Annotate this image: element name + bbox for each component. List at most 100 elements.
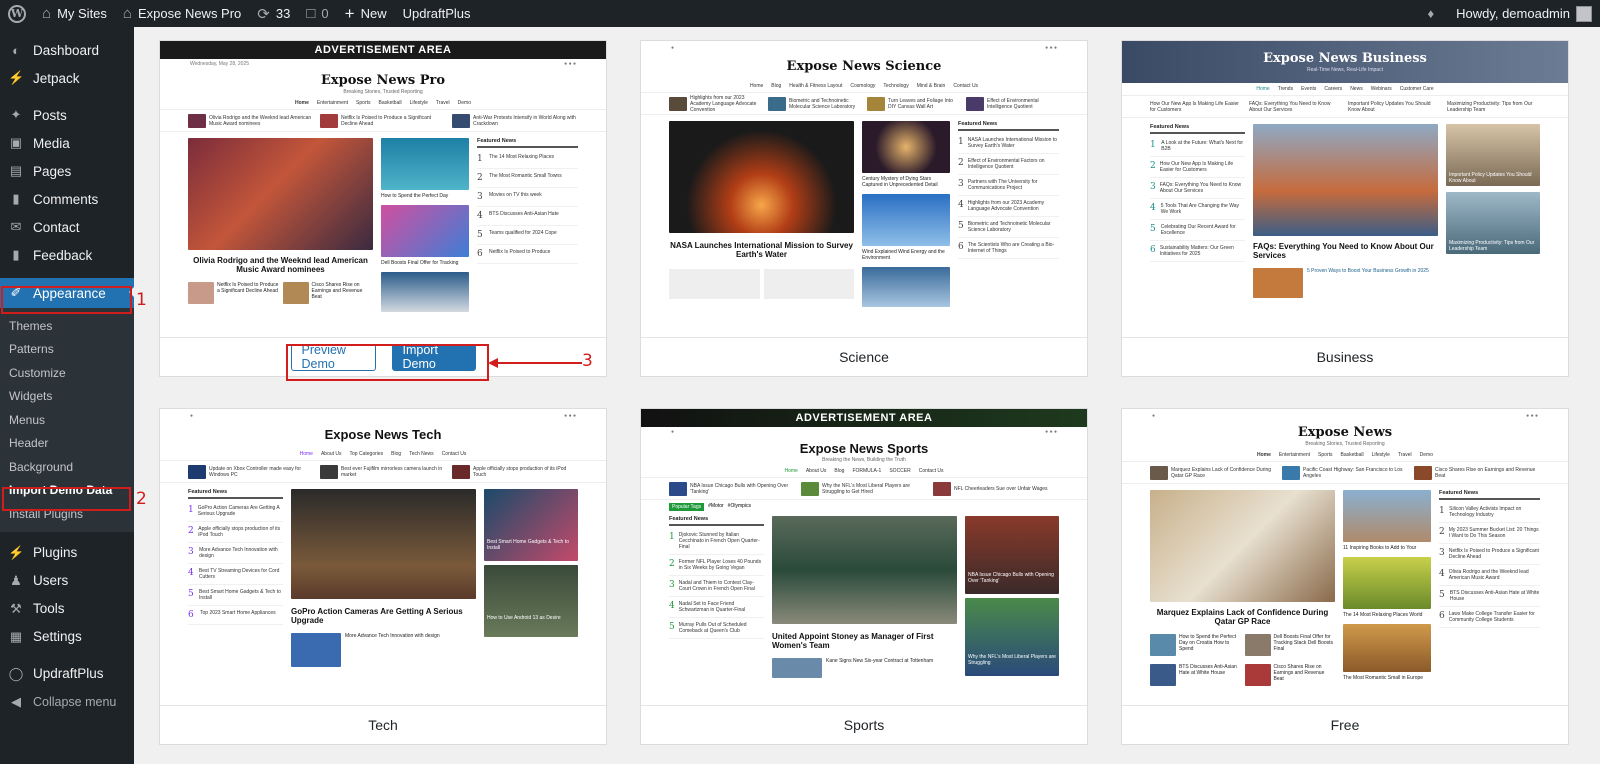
nav-item: Basketball (378, 100, 402, 106)
plugins-icon: ⚡ (8, 544, 25, 560)
my-sites-label: My Sites (57, 6, 107, 21)
featured-item: Teams qualified for 2024 Cope (489, 230, 557, 236)
side-headline: How to Use Android 13 as Desire (487, 615, 561, 621)
nav-item: Cosmology (850, 83, 876, 89)
featured-item: Netflix Is Poised to Produce a Significa… (1448, 548, 1539, 560)
wp-logo-menu[interactable]: W (0, 0, 34, 27)
menu-feedback[interactable]: ▮ Feedback (0, 241, 134, 269)
featured-item: NASA Launches International Mission to S… (967, 137, 1057, 149)
submenu-themes[interactable]: Themes (0, 314, 134, 338)
small-post (763, 269, 854, 300)
submenu-patterns[interactable]: Patterns (0, 338, 134, 362)
site-title: Expose News (1297, 425, 1393, 440)
submenu-header[interactable]: Header (0, 432, 134, 456)
featured-item: The Most Romantic Small Towns (489, 173, 562, 179)
site-head: Expose News Tech (160, 421, 606, 448)
menu-plugins[interactable]: ⚡ Plugins (0, 539, 134, 567)
site-head: Expose News Pro Breaking Stories, Truste… (160, 69, 606, 97)
theme-card-free[interactable]: ● ● ● ● Expose News Breaking Stories, Tru… (1121, 408, 1569, 745)
body-grid: Featured News 1 Djokovic Stunned by Itali… (641, 514, 1087, 686)
theme-card-tech[interactable]: ● ● ● ● Expose News Tech Home About Us Top … (159, 408, 607, 745)
small-post-title: Dell Boosts Final Offer for Tracking Sta… (1273, 634, 1334, 653)
site-name-label: Expose News Pro (137, 6, 242, 21)
greeting-label: Howdy, demoadmin (1456, 6, 1570, 21)
small-post: Cisco Shares Rise on Earnings and Revenu… (1244, 664, 1336, 687)
my-sites-menu[interactable]: ⌂ My Sites (34, 0, 115, 27)
menu-updraftplus[interactable]: ◯ UpdraftPlus (0, 660, 134, 688)
theme-card-business[interactable]: Expose News Business Real-Time News, Rea… (1121, 40, 1569, 377)
nav-item: About Us (320, 451, 342, 457)
menu-tools[interactable]: ⚒ Tools (0, 595, 134, 623)
main-image (772, 516, 957, 624)
featured-item: Silicon Valley Activists Impact on Techn… (1449, 506, 1522, 518)
small-post: How to Spend the Perfect Day on Croatia … (1150, 634, 1241, 657)
menu-contact[interactable]: ✉ Contact (0, 213, 134, 241)
bell-icon: ♦ (1427, 6, 1435, 21)
small-posts: BTS Discusses Anti-Asian Hate at White H… (1150, 664, 1336, 687)
theme-name: Sports (641, 706, 1087, 744)
theme-card-pro[interactable]: ADVERTISEMENT AREA Wednesday, May 28, 20… (159, 40, 607, 377)
submenu-background[interactable]: Background (0, 455, 134, 479)
ticker-item: Pacific Coast Highway: San Francisco to … (1303, 466, 1403, 479)
small-post: More Advance Tech Innovation with design (291, 633, 476, 668)
featured-item: 5 Tools That Are Changing the Way We Wor… (1160, 203, 1240, 215)
featured-list: Featured News 1 The 14 Most Relaxing Plac… (477, 138, 578, 312)
notifications-button[interactable]: ♦ (1419, 0, 1448, 27)
menu-media[interactable]: ▣ Media (0, 129, 134, 157)
menu-posts[interactable]: ✦ Posts (0, 101, 134, 129)
topline: ● ● ● ● (671, 429, 1057, 435)
site-tagline: Breaking Stories, Trusted Reporting (1305, 441, 1385, 447)
ticker-item: Maximizing Productivity: Tips from Our L… (1447, 100, 1533, 113)
update-icon: ⟳ (257, 5, 270, 23)
theme-card-sports[interactable]: ADVERTISEMENT AREA ● ● ● ● Expose News Sp… (640, 408, 1088, 745)
nav-item: Sports (1318, 452, 1333, 458)
pages-icon: ▤ (9, 163, 23, 178)
submenu-menus[interactable]: Menus (0, 408, 134, 432)
account-menu[interactable]: Howdy, demoadmin (1448, 0, 1600, 27)
new-content-menu[interactable]: + New (337, 0, 395, 27)
updraftplus-menu[interactable]: UpdraftPlus (395, 0, 479, 27)
annotation-box-import-demo (286, 344, 489, 381)
small-post-title: How to Spend the Perfect Day on Croatia … (1179, 634, 1236, 653)
nav-item: FORMULA-1 (852, 468, 882, 474)
menu-jetpack[interactable]: ⚡ Jetpack (0, 64, 134, 92)
featured-item: The Scientists Who are Creating a Bio-In… (967, 242, 1055, 254)
site-head: Expose News Science (641, 53, 1087, 80)
menu-settings-label: Settings (33, 629, 82, 644)
featured-item: Murray Pulls Out of Scheduled Comeback a… (678, 622, 747, 634)
site-name-menu[interactable]: ⌂ Expose News Pro (115, 0, 249, 27)
menu-dashboard[interactable]: ◐ Dashboard (0, 36, 134, 64)
main-column: GoPro Action Cameras Are Getting A Serio… (291, 489, 476, 668)
site-title: Expose News Pro (320, 73, 446, 88)
theme-name: Tech (160, 706, 606, 744)
ticker-item: Cisco Shares Rise on Earnings and Revenu… (1435, 466, 1536, 479)
menu-pages[interactable]: ▤ Pages (0, 157, 134, 185)
featured-item: Nadal and Thiem to Contest Clay-Court Cr… (678, 580, 755, 592)
submenu-widgets[interactable]: Widgets (0, 385, 134, 409)
submenu-customize[interactable]: Customize (0, 361, 134, 385)
comments-menu[interactable]: □ 0 (298, 0, 336, 27)
nav-item: Events (1301, 86, 1317, 92)
theme-screenshot-business: Expose News Business Real-Time News, Rea… (1122, 41, 1568, 338)
menu-media-label: Media (33, 135, 70, 151)
featured-item: Nadal Set to Face Friend Schwartzman in … (678, 601, 746, 613)
updates-menu[interactable]: ⟳ 33 (249, 0, 298, 27)
house-network-icon: ⌂ (42, 5, 52, 22)
menu-pages-label: Pages (33, 163, 72, 179)
nav-item: Tech News (409, 451, 434, 457)
featured-item: My 2023 Summer Bucket List: 20 Things I … (1448, 527, 1539, 539)
tag: #Olympics (727, 503, 752, 509)
side-column: 11 Inspiring Books to Add to Your The 14… (1343, 490, 1431, 686)
menu-comments[interactable]: ▮ Comments (0, 185, 134, 213)
nav-item: Home (299, 451, 313, 457)
theme-screenshot-sports: ADVERTISEMENT AREA ● ● ● ● Expose News Sp… (641, 409, 1087, 706)
side-headline: Dell Boosts Final Offer for Tracking (381, 260, 459, 266)
site-nav: Home About Us Top Categories Blog Tech News C… (160, 448, 606, 461)
featured-item: A Look at the Future: What's Next for B2… (1161, 140, 1244, 152)
collapse-menu-button[interactable]: ◀ Collapse menu (0, 688, 134, 716)
menu-users[interactable]: ♟ Users (0, 567, 134, 595)
side-headline: Why the NFL's Most Liberal Players are S… (968, 654, 1056, 666)
menu-settings[interactable]: ▦ Settings (0, 623, 134, 651)
side-image (381, 138, 469, 190)
theme-card-science[interactable]: ● ● ● ● Expose News Science Home Blog Healt… (640, 40, 1088, 377)
